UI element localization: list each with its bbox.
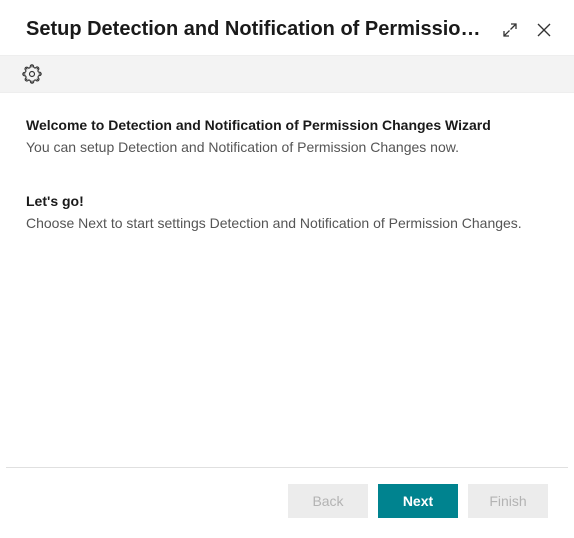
letsgo-heading: Let's go! [26,193,548,209]
next-button[interactable]: Next [378,484,458,518]
back-button[interactable]: Back [288,484,368,518]
header-controls [500,20,554,40]
wizard-footer: Back Next Finish [6,467,568,538]
gear-icon[interactable] [20,62,44,86]
letsgo-text: Choose Next to start settings Detection … [26,215,548,231]
wizard-content: Welcome to Detection and Notification of… [0,93,574,467]
dialog-title: Setup Detection and Notification of Perm… [26,18,488,41]
toolbar [0,55,574,93]
welcome-heading: Welcome to Detection and Notification of… [26,117,548,133]
welcome-text: You can setup Detection and Notification… [26,139,548,155]
wizard-dialog: Setup Detection and Notification of Perm… [0,0,574,538]
dialog-header: Setup Detection and Notification of Perm… [0,0,574,55]
expand-icon[interactable] [500,20,520,40]
close-icon[interactable] [534,20,554,40]
finish-button[interactable]: Finish [468,484,548,518]
